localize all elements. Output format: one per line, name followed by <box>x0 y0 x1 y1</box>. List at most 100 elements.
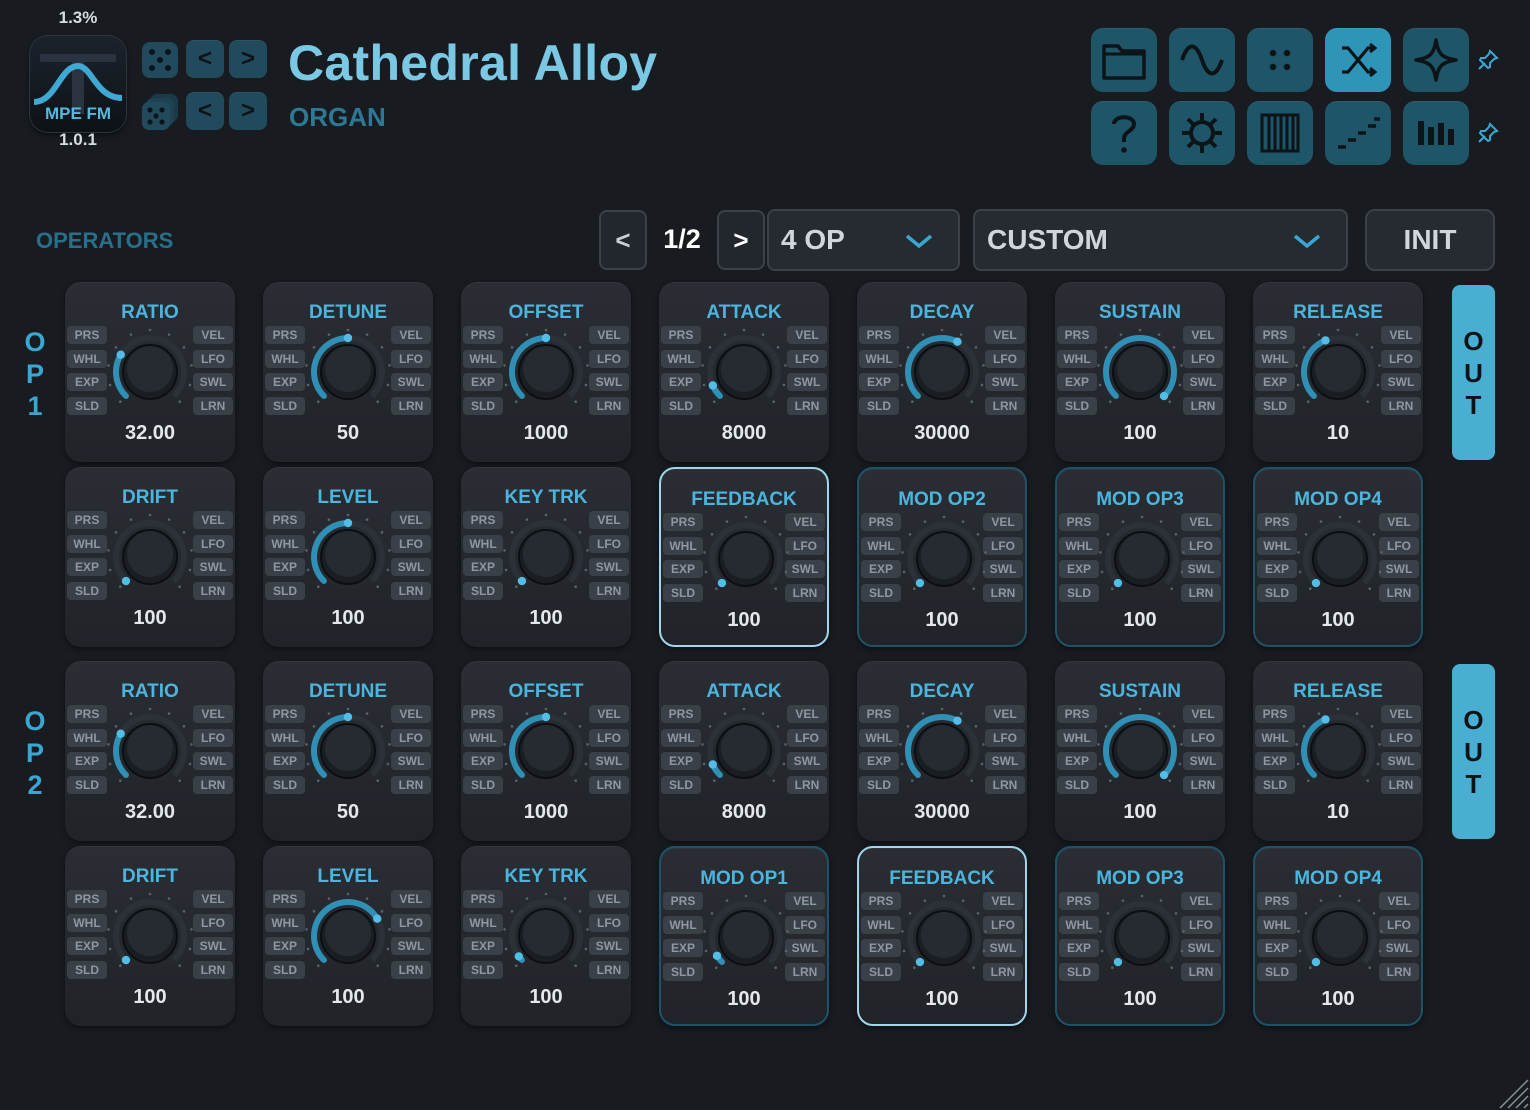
pin-icon[interactable] <box>1476 121 1500 145</box>
knob-tick <box>704 570 708 574</box>
knob-tick <box>1319 899 1323 902</box>
knob-tick <box>703 930 706 933</box>
param-knob[interactable] <box>496 509 596 605</box>
knob-indicator <box>373 914 382 923</box>
param-value: 30000 <box>914 422 970 444</box>
knob-tick <box>942 515 946 519</box>
operator-out-button[interactable]: OUT <box>1452 285 1495 460</box>
category-next-button[interactable]: > <box>229 92 267 130</box>
knob-tick <box>167 897 171 900</box>
knob-indicator <box>514 952 524 961</box>
param-knob[interactable] <box>894 511 994 607</box>
knob-tick <box>1157 333 1161 336</box>
page-prev-button[interactable]: < <box>599 210 647 270</box>
knob-highlight <box>325 531 371 577</box>
param-knob[interactable] <box>1290 890 1390 986</box>
param-knob[interactable] <box>1090 703 1190 799</box>
param-knob[interactable] <box>1092 890 1192 986</box>
page-next-button[interactable]: > <box>717 210 765 270</box>
knob-tick <box>913 966 916 969</box>
knob-tick <box>1174 912 1178 915</box>
toolbar-settings-button[interactable] <box>1169 101 1235 165</box>
toolbar-lfo-button[interactable] <box>1169 28 1235 92</box>
preset-next-button[interactable]: > <box>229 40 267 78</box>
algorithm-dropdown[interactable]: CUSTOM <box>973 209 1348 271</box>
param-knob[interactable] <box>496 703 596 799</box>
param-knob[interactable] <box>1290 511 1390 607</box>
toolbar-sparkle-button[interactable] <box>1403 28 1469 92</box>
op-count-dropdown[interactable]: 4 OP <box>767 209 960 271</box>
param-knob[interactable] <box>694 324 794 420</box>
knob-tick <box>1170 587 1173 590</box>
param-title: OFFSET <box>508 302 584 323</box>
param-knob[interactable] <box>298 324 398 420</box>
page-indicator: 1/2 <box>663 224 701 254</box>
knob-highlight <box>919 725 965 771</box>
preset-prev-button[interactable]: < <box>186 40 224 78</box>
param-knob[interactable] <box>1092 511 1192 607</box>
param-knob[interactable] <box>298 703 398 799</box>
param-knob[interactable] <box>496 888 596 984</box>
param-knob[interactable] <box>100 509 200 605</box>
toolbar-dots-button[interactable] <box>1247 28 1313 92</box>
knob-highlight <box>721 725 767 771</box>
param-knob[interactable] <box>694 703 794 799</box>
resize-handle-icon[interactable] <box>1494 1074 1530 1110</box>
knob-tick <box>982 364 985 367</box>
param-knob[interactable] <box>298 509 398 605</box>
knob-tick <box>972 966 975 969</box>
param-knob[interactable] <box>1288 703 1388 799</box>
pin-icon[interactable] <box>1476 48 1500 72</box>
knob-highlight <box>325 910 371 956</box>
param-knob[interactable] <box>892 703 992 799</box>
app-logo[interactable]: MPE FM <box>30 36 126 132</box>
preset-category[interactable]: ORGAN <box>289 102 386 133</box>
knob-tick <box>1182 930 1185 933</box>
param-knob[interactable] <box>100 888 200 984</box>
param-title: FEEDBACK <box>889 868 995 889</box>
knob-tick <box>923 520 927 523</box>
knob-tick <box>107 549 110 552</box>
param-knob[interactable] <box>892 324 992 420</box>
knob-tick <box>1380 551 1383 554</box>
category-prev-button[interactable]: < <box>186 92 224 130</box>
knob-tick <box>563 712 567 715</box>
mixer-icon <box>1418 121 1454 145</box>
dice-icon[interactable] <box>140 40 180 80</box>
param-card: DRIFT PRS WHL EXP SLD VEL LFO SWL LRN 100 <box>65 467 235 647</box>
toolbar-arp-button[interactable] <box>1325 101 1391 165</box>
knob-tick <box>190 743 193 746</box>
preset-name[interactable]: Cathedral Alloy <box>288 34 657 92</box>
toolbar-routing-button[interactable] <box>1325 28 1391 92</box>
param-knob[interactable] <box>496 324 596 420</box>
param-knob[interactable] <box>696 890 796 986</box>
knob-tick <box>190 364 193 367</box>
knob-tick <box>899 743 902 746</box>
toolbar-keyboard-button[interactable] <box>1247 101 1313 165</box>
knob-tick <box>1157 712 1161 715</box>
knob-tick <box>305 364 308 367</box>
init-button[interactable]: INIT <box>1365 209 1495 271</box>
param-knob[interactable] <box>1090 324 1190 420</box>
param-knob[interactable] <box>100 703 200 799</box>
knob-tick <box>1295 743 1298 746</box>
param-knob[interactable] <box>696 511 796 607</box>
param-value: 100 <box>1123 988 1157 1010</box>
param-knob[interactable] <box>298 888 398 984</box>
knob-tick <box>388 928 391 931</box>
param-card: DECAY PRS WHL EXP SLD VEL LFO SWL LRN 30000 <box>857 661 1027 841</box>
param-card: ATTACK PRS WHL EXP SLD VEL LFO SWL LRN 8000 <box>659 282 829 462</box>
param-title: OFFSET <box>508 681 584 702</box>
param-knob[interactable] <box>1288 324 1388 420</box>
knob-tick <box>510 531 514 534</box>
operator-out-button[interactable]: OUT <box>1452 664 1495 839</box>
knob-tick <box>1366 779 1369 782</box>
knob-tick <box>346 892 350 896</box>
toolbar-folder-button[interactable] <box>1091 28 1157 92</box>
multi-dice-icon[interactable] <box>140 92 180 132</box>
toolbar-help-button[interactable] <box>1091 101 1157 165</box>
knob-highlight <box>523 531 569 577</box>
toolbar-mixer-button[interactable] <box>1403 101 1469 165</box>
param-knob[interactable] <box>894 890 994 986</box>
param-knob[interactable] <box>100 324 200 420</box>
